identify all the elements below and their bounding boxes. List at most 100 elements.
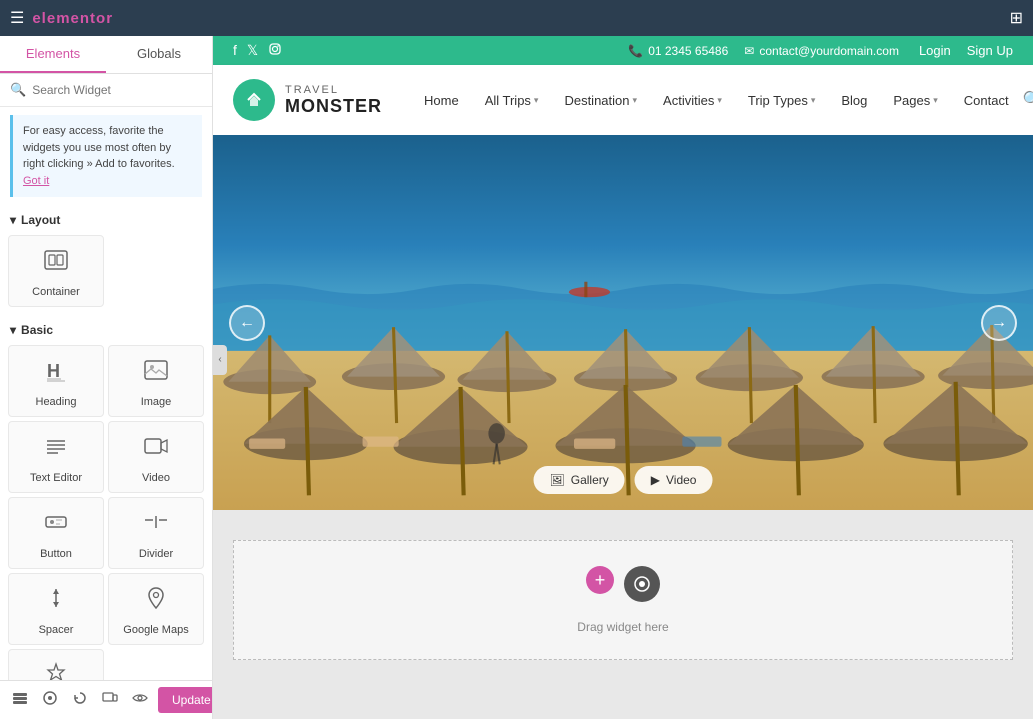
nav-menu: Home All Trips ▾ Destination ▾ Activitie… [412,85,1033,116]
hero-section: ← → 🖼 Gallery ▶ Video [213,135,1033,510]
drag-widget-button[interactable] [624,566,660,602]
section-layout-title: Layout [21,213,60,227]
tip-text: For easy access, favorite the widgets yo… [23,125,175,170]
widget-button[interactable]: Button [8,497,104,569]
button-icon [42,508,70,542]
heading-label: Heading [36,396,77,408]
text-editor-label: Text Editor [30,472,82,484]
history-tool[interactable] [68,688,92,713]
hamburger-icon[interactable]: ☰ [10,8,24,28]
sidebar: Elements Globals 🔍 For easy access, favo… [0,36,213,719]
nav-item-contact[interactable]: Contact [952,85,1021,116]
below-hero: + Drag widget here [213,510,1033,710]
widget-container[interactable]: Container [8,235,104,307]
login-link[interactable]: Login [919,43,951,58]
widget-video[interactable]: Video [108,421,204,493]
widget-spacer[interactable]: Spacer [8,573,104,645]
nav-item-home[interactable]: Home [412,85,471,116]
section-layout-arrow: ▾ [10,213,16,227]
logo-travel-text: TRAVEL [285,84,382,96]
widget-heading[interactable]: H Heading [8,345,104,417]
heading-icon: H [42,356,70,390]
top-bar-left: ☰ elementor [10,8,1002,28]
widget-icon[interactable]: Icon [8,649,104,680]
tab-elements[interactable]: Elements [0,36,106,73]
nav-item-pages[interactable]: Pages ▾ [881,85,949,116]
main-layout: Elements Globals 🔍 For easy access, favo… [0,36,1033,719]
destination-chevron: ▾ [633,95,638,106]
layers-tool[interactable] [8,688,32,713]
hero-next-arrow[interactable]: → [981,305,1017,341]
logo-icon [233,79,275,121]
responsive-tool[interactable] [98,688,122,713]
nav-item-destination[interactable]: Destination ▾ [552,85,649,116]
facebook-icon[interactable]: f [233,42,237,59]
hero-prev-arrow[interactable]: ← [229,305,265,341]
elementor-logo: elementor [32,10,113,27]
hero-buttons: 🖼 Gallery ▶ Video [534,466,713,494]
email-icon: ✉ [744,44,754,58]
section-basic-label[interactable]: ▾ Basic [0,315,212,341]
section-basic-title: Basic [21,323,53,337]
nav-item-blog[interactable]: Blog [829,85,879,116]
widget-image[interactable]: Image [108,345,204,417]
templates-tool[interactable] [38,688,62,713]
drag-label: Drag widget here [577,620,668,634]
gallery-label: Gallery [571,473,609,487]
sidebar-content: For easy access, favorite the widgets yo… [0,107,212,680]
contact-info: 📞 01 2345 65486 ✉ contact@yourdomain.com [628,44,899,58]
widget-google-maps[interactable]: Google Maps [108,573,204,645]
trip-types-chevron: ▾ [811,95,816,106]
video-icon [142,432,170,466]
svg-text:H: H [47,361,60,381]
section-layout-label[interactable]: ▾ Layout [0,205,212,231]
signup-link[interactable]: Sign Up [967,43,1013,58]
text-editor-icon [42,432,70,466]
email-info: ✉ contact@yourdomain.com [744,44,899,58]
container-label: Container [32,286,80,298]
grid-icon[interactable]: ⊞ [1010,8,1023,28]
widget-text-editor[interactable]: Text Editor [8,421,104,493]
search-input[interactable] [32,83,202,97]
site-top-bar: f 𝕏 📞 01 2345 65486 ✉ contact@ [213,36,1033,65]
divider-icon [142,508,170,542]
add-widget-button[interactable]: + [586,566,614,594]
eye-tool[interactable] [128,688,152,713]
video-button[interactable]: ▶ Video [635,466,713,494]
bottom-toolbar: Update ▲ [0,680,212,719]
tip-link[interactable]: Got it [23,175,49,187]
button-label: Button [40,548,72,560]
nav-item-all-trips[interactable]: All Trips ▾ [473,85,551,116]
sidebar-tabs: Elements Globals [0,36,212,74]
twitter-icon[interactable]: 𝕏 [247,42,258,59]
nav-item-activities[interactable]: Activities ▾ [651,85,734,116]
tip-box: For easy access, favorite the widgets yo… [10,115,202,197]
site-logo: TRAVEL MONSTER [233,79,382,121]
nav-search-icon[interactable]: 🔍 [1023,90,1033,110]
spacer-label: Spacer [39,624,74,636]
collapse-handle[interactable]: ‹ [213,345,227,375]
activities-chevron: ▾ [717,95,722,106]
tab-globals[interactable]: Globals [106,36,212,73]
gallery-button[interactable]: 🖼 Gallery [534,466,625,494]
instagram-icon[interactable] [268,42,282,59]
video-label: Video [142,472,170,484]
content-area: f 𝕏 📞 01 2345 65486 ✉ contact@ [213,36,1033,719]
nav-item-trip-types[interactable]: Trip Types ▾ [736,85,828,116]
search-box: 🔍 [0,74,212,107]
google-maps-icon [142,584,170,618]
all-trips-chevron: ▾ [534,95,539,106]
google-maps-label: Google Maps [123,624,188,636]
spacer-icon [42,584,70,618]
email-address: contact@yourdomain.com [759,44,899,58]
gallery-icon: 🖼 [550,473,565,487]
hero-background [213,135,1033,510]
search-icon: 🔍 [10,82,26,98]
container-icon [42,246,70,280]
video-label: Video [666,473,696,487]
basic-widget-grid: H Heading [0,341,212,680]
update-button[interactable]: Update ▲ [158,687,213,713]
widget-divider[interactable]: Divider [108,497,204,569]
icon-widget-icon [42,660,70,680]
pages-chevron: ▾ [933,95,938,106]
